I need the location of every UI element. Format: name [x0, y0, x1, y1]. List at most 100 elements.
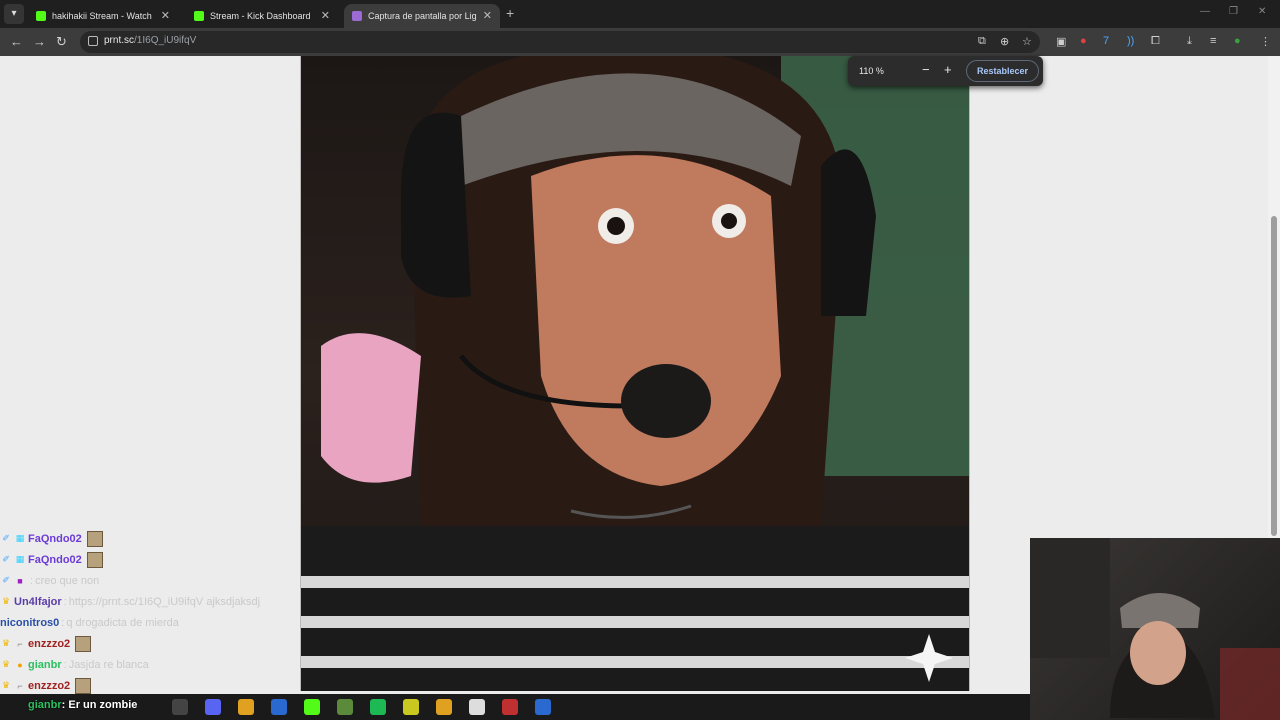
chat-emote-icon [86, 551, 103, 568]
back-icon[interactable]: ← [10, 34, 23, 49]
chat-message: ♛ ● gianbr: Jasjda re blanca [0, 654, 300, 675]
chat-username[interactable]: enzzzo2 [28, 680, 70, 692]
zoom-reset-button[interactable]: Restablecer [966, 60, 1040, 82]
chat-badge-icon: ■ [17, 575, 23, 586]
chrome-icon[interactable] [238, 699, 254, 715]
browser-toolbar: ← → ↻ prnt.sc/1I6Q_iU9ifqV ⧉ ⊕ ☆ ▣ ● 7 )… [0, 28, 1280, 56]
forward-icon[interactable]: → [33, 34, 46, 49]
screenshot-image [300, 56, 970, 691]
chat-message: ✐ ▦ FaQndo02 [0, 549, 300, 570]
settings-gear-icon[interactable] [469, 699, 485, 715]
zoom-level: 110 % [859, 66, 884, 76]
spotify-icon[interactable] [370, 699, 386, 715]
chat-badge-icon: ✐ [2, 533, 10, 543]
chat-emote-icon [86, 530, 103, 547]
chat-badge-icon: ♛ [1, 638, 11, 648]
chat-message: ✐ ■: creo que non [0, 570, 300, 591]
download-icon[interactable]: ⤓ [1187, 35, 1192, 48]
game-icon[interactable] [403, 699, 419, 715]
kick-logo-icon [36, 11, 46, 21]
chat-separator: : [63, 595, 67, 608]
tab-label: Captura de pantalla por Lightsh [368, 11, 477, 21]
zoom-in-button[interactable]: + [944, 62, 952, 77]
chat-message: ♛ Un4lfajor: https://prnt.sc/1I6Q_iU9ifqV… [0, 591, 300, 612]
chat-message-text: q drogadicta de mierda [66, 616, 179, 629]
extension-translate-icon[interactable]: ▣ [1056, 35, 1066, 48]
windows-taskbar: gianbr: Er un zombie [0, 694, 1030, 720]
chat-message: niconitros0: q drogadicta de mierda [0, 612, 300, 633]
chat-separator: : [63, 658, 67, 671]
new-tab-button[interactable]: + [506, 5, 514, 21]
chat-message-text: https://prnt.sc/1I6Q_iU9ifqV ajksdjaksdj [68, 595, 261, 608]
chat-badge-icon: ⌐ [17, 638, 23, 649]
chat-badge-icon: ♛ [1, 596, 11, 606]
tab-strip: ▾ hakihakii Stream - Watch Live o ✕ Stre… [0, 0, 1280, 28]
chat-username[interactable]: FaQndo02 [28, 554, 82, 566]
kick-icon[interactable] [304, 699, 320, 715]
address-bar[interactable]: prnt.sc/1I6Q_iU9ifqV ⧉ ⊕ ☆ [80, 31, 1040, 53]
webcam-overlay [1030, 538, 1280, 720]
stream-chat-overlay: ✐ ▦ FaQndo02 ✐ ▦ FaQndo02 ✐ ■: creo que non ♛ Un4… [0, 528, 300, 696]
lightshot-feather-icon [352, 11, 362, 21]
voicemeeter-icon[interactable] [502, 699, 518, 715]
chat-username[interactable]: gianbr [28, 659, 62, 671]
tab-kick-stream[interactable]: hakihakii Stream - Watch Live o ✕ [28, 4, 178, 28]
zoom-icon[interactable]: ⊕ [1000, 35, 1009, 48]
install-app-icon[interactable]: ⧉ [978, 35, 986, 48]
chat-emote-icon [75, 635, 92, 652]
extension-icon[interactable]: 7 [1103, 35, 1109, 47]
zoom-popup: 110 % − + Restablecer [848, 56, 1043, 86]
chat-username[interactable]: Un4lfajor [14, 596, 62, 608]
reading-list-icon[interactable]: ≡ [1210, 35, 1216, 47]
chat-badge-icon: ✐ [2, 554, 10, 564]
close-icon[interactable]: ✕ [483, 6, 492, 26]
chat-badge-icon: ● [17, 659, 23, 670]
site-info-icon[interactable] [88, 36, 98, 46]
chat-separator: : [61, 616, 65, 629]
chrome-icon[interactable] [436, 699, 452, 715]
chat-emote-icon [75, 677, 92, 694]
ccleaner-icon[interactable] [535, 699, 551, 715]
overlay-chat-message: gianbr: Er un zombie [28, 699, 138, 711]
minimize-icon[interactable]: — [1200, 6, 1210, 17]
restore-icon[interactable]: ❐ [1229, 6, 1238, 17]
chat-username[interactable]: enzzzo2 [28, 638, 70, 650]
menu-kebab-icon[interactable]: ⋮ [1260, 35, 1271, 48]
chat-badge-icon: ✐ [2, 575, 10, 585]
extension-block-icon[interactable]: ● [1080, 35, 1087, 47]
url-text[interactable]: prnt.sc/1I6Q_iU9ifqV [104, 35, 196, 46]
chat-message: ♛ ⌐ enzzzo2 [0, 633, 300, 654]
close-window-icon[interactable]: ✕ [1258, 6, 1266, 17]
chat-username[interactable]: niconitros0 [0, 617, 59, 629]
close-icon[interactable]: ✕ [321, 6, 330, 26]
chat-message-text: Jasjda re blanca [68, 658, 149, 671]
tab-label: Stream - Kick Dashboard [210, 11, 311, 21]
chat-username[interactable]: FaQndo02 [28, 533, 82, 545]
overlay-chat-text: Er un zombie [68, 699, 138, 711]
portrait-photo [301, 56, 969, 691]
chat-badge-icon: ♛ [1, 659, 11, 669]
chat-badge-icon: ♛ [1, 680, 11, 690]
scrollbar-thumb[interactable] [1271, 216, 1277, 536]
tab-search-button[interactable]: ▾ [4, 4, 24, 24]
webcam-feed [1030, 538, 1280, 720]
reload-icon[interactable]: ↻ [56, 34, 67, 50]
chat-badge-icon: ⌐ [17, 680, 23, 691]
extension-audio-icon[interactable]: )) [1127, 35, 1134, 47]
url-host: prnt.sc [104, 35, 135, 46]
zoom-out-button[interactable]: − [922, 62, 930, 77]
ccleaner-icon[interactable] [271, 699, 287, 715]
extensions-puzzle-icon[interactable]: ⧠ [1151, 35, 1160, 48]
tab-label: hakihakii Stream - Watch Live o [52, 11, 155, 21]
tab-lightshot[interactable]: Captura de pantalla por Lightsh ✕ [344, 4, 500, 28]
bookmark-star-icon[interactable]: ☆ [1022, 35, 1032, 48]
chat-message-text: creo que non [35, 574, 100, 587]
chat-badge-icon: ▦ [15, 533, 25, 543]
minecraft-icon[interactable] [337, 699, 353, 715]
chat-message: ✐ ▦ FaQndo02 [0, 528, 300, 549]
obs-icon[interactable] [172, 699, 188, 715]
close-icon[interactable]: ✕ [161, 6, 170, 26]
discord-icon[interactable] [205, 699, 221, 715]
tab-kick-dashboard[interactable]: Stream - Kick Dashboard ✕ [186, 4, 338, 28]
profile-avatar[interactable]: ● [1234, 35, 1241, 47]
